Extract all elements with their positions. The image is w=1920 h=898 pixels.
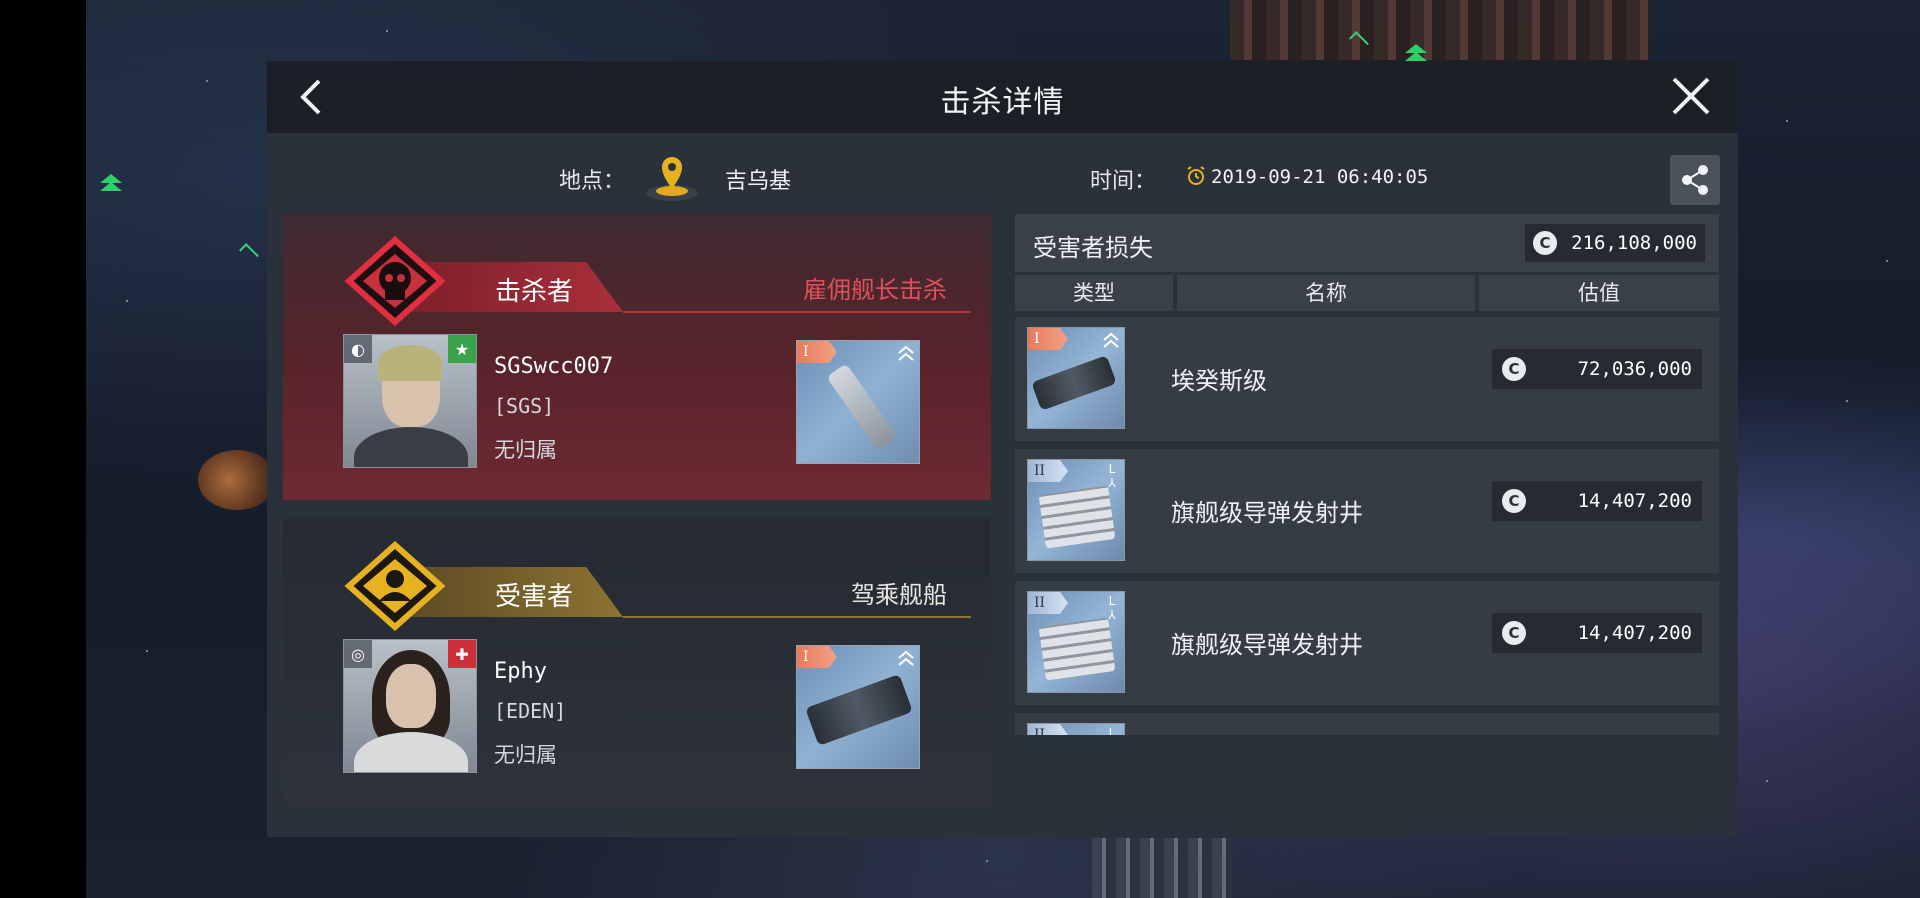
tier-badge: I bbox=[797, 341, 837, 363]
rank-chevron-icon bbox=[1100, 330, 1122, 352]
tier-badge: I bbox=[1028, 328, 1068, 350]
close-button[interactable] bbox=[1666, 71, 1716, 121]
loss-list[interactable]: I 埃癸斯级 C 72,036,000 II L ⅄ 旗舰级导弹发射井 C 14,… bbox=[1015, 317, 1719, 735]
credit-icon: C bbox=[1533, 231, 1557, 255]
time-label: 时间： bbox=[1090, 169, 1157, 194]
loss-row[interactable]: I 埃癸斯级 C 72,036,000 bbox=[1015, 317, 1719, 441]
tier-badge: II bbox=[1028, 592, 1068, 614]
item-value-amount: 14,407,200 bbox=[1577, 622, 1692, 644]
page-title: 击杀详情 bbox=[940, 85, 1065, 120]
time-value: 2019-09-21 06:40:05 bbox=[1211, 166, 1429, 188]
item-name: 旗舰级导弹发射井 bbox=[1171, 631, 1363, 659]
killer-corp[interactable]: [SGS] bbox=[494, 394, 554, 418]
hud-marker-icon[interactable] bbox=[100, 182, 122, 191]
killer-card: 击杀者 雇佣舰长击杀 ◐ ★ SGSwcc007 [SGS] 无归属 I bbox=[283, 214, 991, 500]
tier-badge: I bbox=[797, 646, 837, 668]
skull-icon bbox=[343, 235, 447, 327]
implant-icon: ◎ bbox=[344, 640, 372, 668]
kill-info-row: 地点： 吉乌基 时间： 2019-09-21 06:40:05 bbox=[267, 149, 1738, 205]
column-header-type: 类型 bbox=[1015, 275, 1173, 311]
space-station-structure bbox=[1092, 838, 1232, 898]
item-name: 埃癸斯级 bbox=[1171, 367, 1267, 395]
person-icon bbox=[343, 540, 447, 632]
location-pin-icon bbox=[641, 149, 703, 205]
large-slot-icon: L ⅄ bbox=[1108, 594, 1116, 622]
killer-alliance: 无归属 bbox=[494, 438, 557, 462]
loss-row[interactable]: II L ⅄ 旗舰级导弹发射井 C 14,407,200 bbox=[1015, 449, 1719, 573]
credit-icon: C bbox=[1502, 489, 1526, 513]
rank-chevron-icon bbox=[895, 343, 917, 365]
victim-alliance: 无归属 bbox=[494, 743, 557, 767]
space-station-structure bbox=[1230, 0, 1650, 62]
column-header-name: 名称 bbox=[1177, 275, 1475, 311]
item-thumbnail[interactable]: II L bbox=[1027, 723, 1125, 735]
item-thumbnail[interactable]: I bbox=[1027, 327, 1125, 429]
divider bbox=[623, 616, 971, 618]
total-loss-value: C 216,108,000 bbox=[1525, 224, 1705, 262]
tier-badge: II bbox=[1028, 724, 1068, 735]
share-icon bbox=[1682, 165, 1708, 195]
victim-role-note: 驾乘舰船 bbox=[851, 581, 947, 609]
close-icon bbox=[1672, 77, 1710, 115]
column-header-value: 估值 bbox=[1479, 275, 1719, 311]
item-thumbnail[interactable]: II L ⅄ bbox=[1027, 459, 1125, 561]
divider bbox=[623, 311, 971, 313]
killer-ship-thumbnail[interactable]: I bbox=[796, 340, 920, 464]
item-value: C 72,036,000 bbox=[1492, 349, 1702, 389]
loss-title: 受害者损失 bbox=[1033, 234, 1153, 262]
victim-ship-thumbnail[interactable]: I bbox=[796, 645, 920, 769]
panel-header: 击杀详情 bbox=[267, 61, 1738, 133]
killer-role-label: 击杀者 bbox=[495, 277, 574, 307]
share-button[interactable] bbox=[1670, 155, 1720, 205]
item-value: C 14,407,200 bbox=[1492, 613, 1702, 653]
hud-marker-icon[interactable] bbox=[1405, 52, 1427, 61]
item-name: 旗舰级导弹发射井 bbox=[1171, 499, 1363, 527]
target-icon: ✚ bbox=[448, 640, 476, 668]
loss-row[interactable]: II L ⅄ 旗舰级导弹发射井 C 14,407,200 bbox=[1015, 581, 1719, 705]
killer-role-note: 雇佣舰长击杀 bbox=[803, 276, 947, 304]
victim-loss-header: 受害者损失 C 216,108,000 bbox=[1015, 214, 1719, 272]
location-value: 吉乌基 bbox=[725, 169, 792, 194]
item-value-amount: 72,036,000 bbox=[1577, 358, 1692, 380]
loss-table-header: 类型 名称 估值 bbox=[1015, 275, 1719, 311]
item-thumbnail[interactable]: II L ⅄ bbox=[1027, 591, 1125, 693]
ship-marker[interactable] bbox=[198, 450, 276, 510]
victim-card: 受害者 驾乘舰船 ◎ ✚ Ephy [EDEN] 无归属 I bbox=[283, 519, 991, 803]
implant-icon: ◐ bbox=[344, 335, 372, 363]
victim-name: Ephy bbox=[494, 659, 547, 684]
alarm-clock-icon bbox=[1185, 165, 1207, 187]
total-loss-amount: 216,108,000 bbox=[1571, 232, 1697, 254]
victim-role-label: 受害者 bbox=[495, 582, 574, 612]
left-black-bar bbox=[0, 0, 86, 898]
credit-icon: C bbox=[1502, 621, 1526, 645]
rank-chevron-icon bbox=[895, 648, 917, 670]
location-label: 地点： bbox=[559, 169, 626, 194]
kill-detail-panel: 击杀详情 地点： 吉乌基 时间： 2019-09-21 06:40:05 击杀者… bbox=[267, 61, 1738, 837]
star-icon: ★ bbox=[448, 335, 476, 363]
tier-badge: II bbox=[1028, 460, 1068, 482]
victim-avatar[interactable]: ◎ ✚ bbox=[343, 639, 477, 773]
loss-row[interactable]: II L bbox=[1015, 713, 1719, 735]
victim-corp[interactable]: [EDEN] bbox=[494, 699, 566, 723]
large-slot-icon: L ⅄ bbox=[1108, 462, 1116, 490]
credit-icon: C bbox=[1502, 357, 1526, 381]
item-value-amount: 14,407,200 bbox=[1577, 490, 1692, 512]
killer-name: SGSwcc007 bbox=[494, 354, 614, 379]
item-value: C 14,407,200 bbox=[1492, 481, 1702, 521]
large-slot-icon: L bbox=[1108, 726, 1116, 735]
killer-avatar[interactable]: ◐ ★ bbox=[343, 334, 477, 468]
